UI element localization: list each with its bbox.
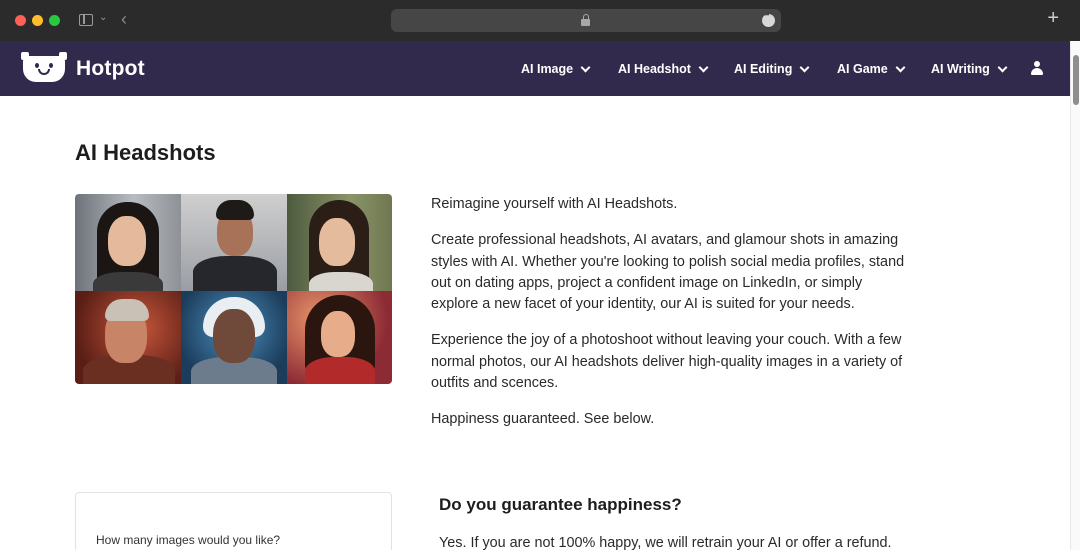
lock-icon: [581, 14, 590, 26]
nav-item-ai-editing[interactable]: AI Editing: [734, 62, 810, 76]
nav-item-ai-image[interactable]: AI Image: [521, 62, 591, 76]
nav-item-ai-writing[interactable]: AI Writing: [931, 62, 1008, 76]
sidebar-toggle-icon[interactable]: [79, 14, 93, 26]
browser-toolbar: ⌄ ‹ +: [0, 0, 1080, 41]
headshot-sample-image: [75, 291, 181, 384]
intro-text: Reimagine yourself with AI Headshots. Cr…: [431, 194, 909, 446]
chevron-down-icon: [895, 62, 906, 72]
faq-answer: Yes. If you are not 100% happy, we will …: [439, 535, 892, 550]
chevron-down-icon: [698, 62, 709, 72]
intro-paragraph: Happiness guaranteed. See below.: [431, 411, 655, 428]
maximize-window-button[interactable]: [49, 15, 60, 26]
nav-item-ai-headshot[interactable]: AI Headshot: [618, 62, 709, 76]
nav-item-label: AI Editing: [734, 62, 793, 76]
image-count-label: How many images would you like?: [96, 533, 281, 547]
back-icon[interactable]: ‹: [121, 9, 127, 30]
address-bar[interactable]: [391, 9, 781, 32]
nav-item-label: AI Writing: [931, 62, 990, 76]
minimize-window-button[interactable]: [32, 15, 43, 26]
headshot-sample-image: [75, 194, 181, 291]
faq-heading: Do you guarantee happiness?: [439, 495, 682, 514]
more-icon[interactable]: [762, 10, 775, 27]
site-navbar: Hotpot AI Image AI Headshot AI Editing A…: [0, 41, 1070, 96]
intro-paragraph: Create professional headshots, AI avatar…: [431, 232, 905, 313]
user-icon[interactable]: [1031, 61, 1043, 77]
nav-item-label: AI Image: [521, 62, 574, 76]
nav-item-ai-game[interactable]: AI Game: [837, 62, 906, 76]
nav-item-label: AI Game: [837, 62, 888, 76]
headshot-sample-image: [287, 194, 392, 291]
nav-item-label: AI Headshot: [618, 62, 691, 76]
headshot-collage-image: [75, 194, 392, 384]
headshot-sample-image: [287, 291, 392, 384]
site-logo[interactable]: Hotpot: [21, 52, 145, 82]
chevron-down-icon: [799, 62, 810, 72]
intro-paragraph: Reimagine yourself with AI Headshots.: [431, 196, 678, 212]
close-window-button[interactable]: [15, 15, 26, 26]
logo-face-icon: [21, 52, 67, 82]
plus-icon[interactable]: +: [1047, 7, 1059, 30]
headshot-sample-image: [181, 291, 287, 384]
headshot-sample-image: [181, 194, 287, 291]
logo-text: Hotpot: [76, 57, 145, 80]
chevron-down-icon[interactable]: ⌄: [99, 12, 107, 23]
chevron-down-icon: [997, 62, 1008, 72]
page-title: AI Headshots: [75, 140, 216, 165]
intro-paragraph: Experience the joy of a photoshoot witho…: [431, 332, 903, 392]
chevron-down-icon: [580, 62, 591, 72]
order-card: How many images would you like?: [75, 492, 392, 550]
scrollbar-thumb[interactable]: [1073, 55, 1079, 105]
page-scrollbar[interactable]: [1070, 41, 1080, 550]
